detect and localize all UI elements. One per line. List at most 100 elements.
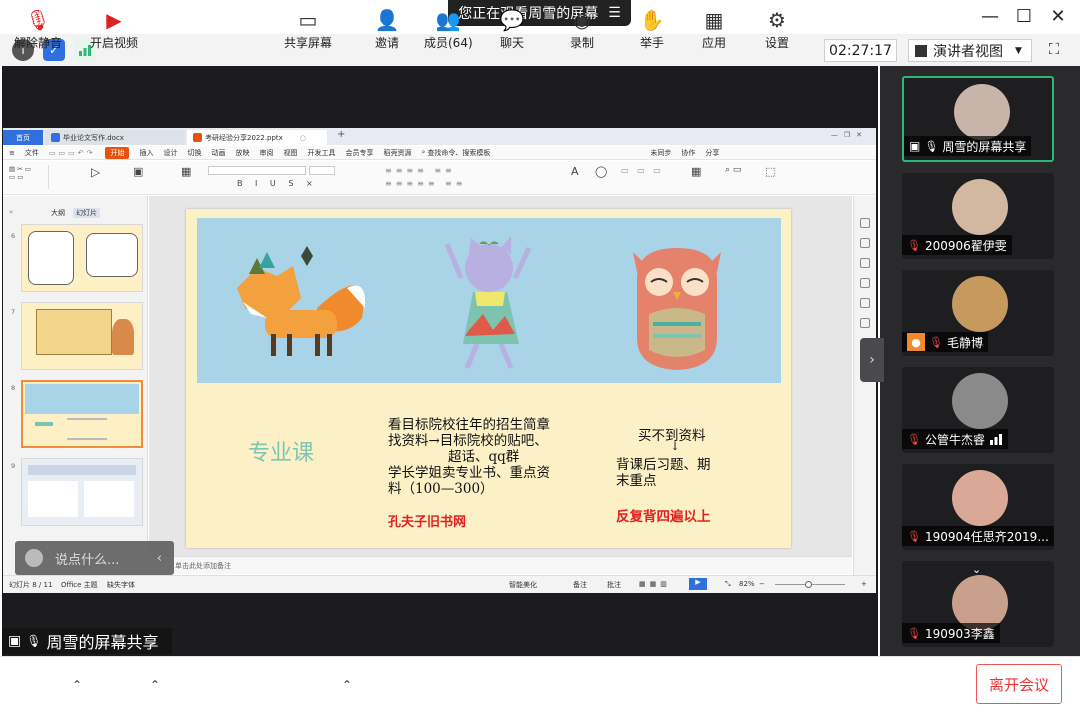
participant-tile[interactable]: 🎙 190904任思齐2019... [902, 464, 1054, 550]
shape-icon[interactable]: ◯ [595, 165, 607, 178]
view-switch-icons[interactable]: ▦▦▥ [639, 580, 671, 588]
unmute-button[interactable]: 🎙 解除静音 [14, 6, 62, 56]
share-screen-button[interactable]: ▭ 共享屏幕 [284, 6, 332, 56]
emoji-icon[interactable] [25, 549, 43, 567]
quick-chat-input[interactable]: 说点什么... ‹ [15, 541, 174, 575]
menu-file[interactable]: 文件 [25, 148, 39, 158]
wps-menu-icon[interactable]: ≡ [9, 149, 15, 157]
menu-review[interactable]: 审阅 [259, 148, 273, 158]
play-slideshow-icon[interactable]: ▶ [689, 578, 707, 590]
status-missing-font[interactable]: 缺失字体 [107, 580, 135, 590]
wps-tab-ppt[interactable]: 考研经验分享2022.pptx ○ [187, 130, 327, 145]
record-button[interactable]: ◉ 录制 [567, 6, 597, 56]
menu-member[interactable]: 会员专享 [345, 148, 373, 158]
quick-access-icons[interactable]: ▭▭▭↶↷ [49, 149, 96, 157]
wps-tab-home[interactable]: 首页 [3, 130, 43, 145]
paragraph-icons[interactable]: ≡≡≡≡ ≡≡ [385, 166, 456, 175]
find-icon[interactable]: ⌕ ▭ [725, 165, 741, 175]
tab-slides[interactable]: 幻灯片 [73, 208, 100, 218]
zoom-fit-icon[interactable]: ⤡ [725, 580, 731, 589]
status-comment[interactable]: 批注 [607, 580, 621, 590]
menu-slideshow[interactable]: 放映 [235, 148, 249, 158]
font-name-box[interactable] [208, 166, 306, 175]
collapse-panel-icon[interactable]: « [9, 208, 13, 216]
menu-icon[interactable]: ☰ [608, 5, 621, 21]
wps-restore-icon[interactable]: ❐ [844, 131, 856, 139]
view-mode-dropdown[interactable]: 演讲者视图 ▼ [908, 39, 1032, 62]
font-style-icons[interactable]: B I U S × [237, 179, 318, 188]
participant-tile[interactable]: 🎙 公管牛杰睿 [902, 367, 1054, 453]
audio-options-caret-icon[interactable]: ⌃ [72, 678, 82, 692]
clipboard-group[interactable]: ▤ ✂ ▭ ▭ ▭ [9, 165, 49, 189]
select-icon[interactable]: ⬚ [765, 165, 775, 178]
members-button[interactable]: 👥 成员(64) [424, 6, 473, 56]
font-size-box[interactable] [309, 166, 335, 175]
invite-button[interactable]: 👤 邀请 [372, 6, 402, 56]
slide-thumbnail[interactable] [21, 224, 143, 292]
settings-button[interactable]: ⚙ 设置 [762, 6, 792, 56]
slide-thumbnail[interactable] [21, 458, 143, 526]
apps-button[interactable]: ▦ 应用 [699, 6, 729, 56]
status-beautify[interactable]: 智能美化 [509, 580, 537, 590]
collapse-panel-button[interactable]: › [860, 338, 884, 382]
start-video-button[interactable]: ▶ 开启视频 [90, 6, 138, 56]
presentation-tools-icon[interactable]: ▦ [691, 165, 701, 178]
layout-icon[interactable]: ▦ [181, 165, 191, 178]
fullscreen-icon[interactable]: ⛶ [1044, 40, 1064, 60]
menu-insert[interactable]: 插入 [139, 148, 153, 158]
participant-tile[interactable]: ⌄ 🎙 190903李鑫 [902, 561, 1054, 647]
chat-button[interactable]: 💬 聊天 [497, 6, 527, 56]
tool-icon[interactable] [860, 218, 870, 228]
participant-tile[interactable]: ▣ 🎙 周雪的屏幕共享 [902, 76, 1054, 162]
align-icons[interactable]: ≡≡≡≡≡ ≡≡ [385, 179, 466, 188]
menu-collab[interactable]: 协作 [681, 148, 695, 158]
wps-tab-doc[interactable]: 毕业论文写作.docx [45, 130, 185, 145]
wps-minimize-icon[interactable]: — [831, 131, 844, 139]
menu-animation[interactable]: 动画 [211, 148, 225, 158]
close-icon[interactable]: ✕ [1048, 6, 1068, 27]
slide-8[interactable]: 专业课 看目标院校往年的招生简章 找资料→目标院校的贴吧、 超话、qq群 学长学… [186, 209, 791, 548]
participant-tile[interactable]: 🎙 200906翟伊雯 [902, 173, 1054, 259]
menu-developer[interactable]: 开发工具 [307, 148, 335, 158]
minimize-icon[interactable]: — [980, 6, 1000, 27]
menu-resources[interactable]: 稻壳资源 [383, 148, 411, 158]
menu-start[interactable]: 开始 [105, 146, 130, 159]
zoom-slider-thumb[interactable] [805, 581, 812, 588]
play-icon[interactable]: ▷ [91, 165, 100, 179]
participant-tile[interactable]: ● 🎙 毛静博 [902, 270, 1054, 356]
tool-icon[interactable] [860, 298, 870, 308]
new-slide-icon[interactable]: ▣ [133, 165, 143, 178]
zoom-out-icon[interactable]: − [759, 580, 765, 588]
notes-area[interactable]: 单击此处添加备注 [149, 556, 852, 574]
add-user-icon: 👤 [374, 8, 400, 32]
leave-meeting-button[interactable]: 离开会议 [976, 664, 1062, 704]
menu-transition[interactable]: 切换 [187, 148, 201, 158]
raise-hand-button[interactable]: ✋ 举手 [637, 6, 667, 56]
video-options-caret-icon[interactable]: ⌃ [150, 678, 160, 692]
new-tab-icon[interactable]: + [337, 129, 345, 140]
slide-thumbnail-selected[interactable] [21, 380, 143, 448]
chevron-left-icon[interactable]: ‹ [157, 551, 162, 566]
viewing-banner[interactable]: 您正在观看周雪的屏幕 ☰ [448, 0, 631, 26]
menu-view[interactable]: 视图 [283, 148, 297, 158]
tool-icon[interactable] [860, 318, 870, 328]
tool-icon[interactable] [860, 278, 870, 288]
slide-thumbnail[interactable] [21, 302, 143, 370]
menu-share[interactable]: 分享 [705, 148, 719, 158]
maximize-icon[interactable]: ☐ [1014, 6, 1034, 27]
menu-design[interactable]: 设计 [163, 148, 177, 158]
tab-outline[interactable]: 大纲 [51, 208, 65, 218]
wps-close-icon[interactable]: ✕ [856, 131, 868, 139]
status-notes[interactable]: 备注 [573, 580, 587, 590]
tool-icon[interactable] [860, 238, 870, 248]
tool-icon[interactable] [860, 258, 870, 268]
thumb-bubble [86, 233, 138, 277]
picture-tools[interactable]: ▭ ▭ ▭ [621, 166, 664, 175]
close-tab-icon[interactable]: ○ [300, 134, 306, 142]
menu-search[interactable]: 查找命令、搜索模板 [427, 148, 490, 158]
apps-label: 应用 [701, 36, 726, 50]
textbox-icon[interactable]: A [571, 165, 579, 178]
zoom-in-icon[interactable]: + [861, 580, 867, 588]
share-options-caret-icon[interactable]: ⌃ [342, 678, 352, 692]
menu-unsynced[interactable]: 未同步 [650, 148, 671, 158]
